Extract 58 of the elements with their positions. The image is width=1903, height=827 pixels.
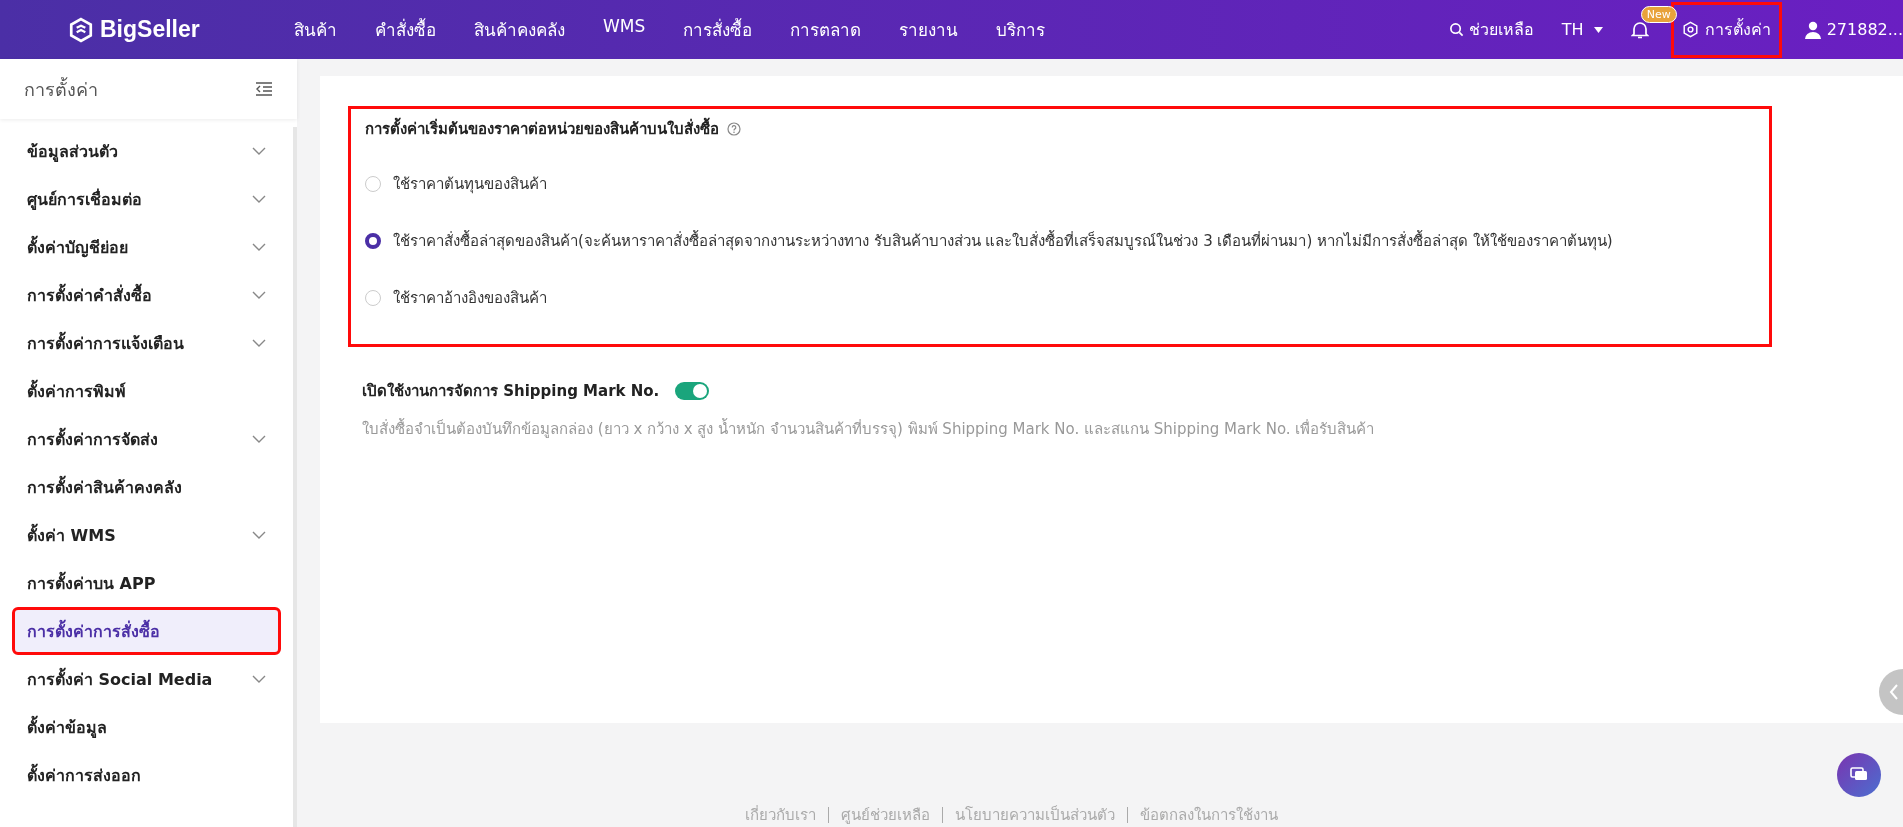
chevron-down-icon [252,675,266,683]
chevron-left-icon [1889,684,1899,700]
toggle-switch[interactable] [675,382,710,400]
sidebar-item[interactable]: การตั้งค่า Social Media [12,655,281,703]
sidebar-item[interactable]: การตั้งค่าบน APP [12,559,281,607]
radio-option[interactable]: ใช้ราคาสั่งซื้อล่าสุดของสินค้า(จะค้นหาราคาสั่งซื้อล่าสุดจากงานระหว่างทาง รับสินค้าบางส่วน และใบสั่งซื้อที่เสร็จสมบูรณ์ในช่วง 3 เดือนที่ผ่านมา) หากไม่มีการสั่งซื้อล่าสุด ให้ใช้ของราคาต้นทุน) [365,212,1755,269]
logo-text: BigSeller [100,16,200,43]
chat-icon [1850,767,1868,783]
nav-link[interactable]: การสั่งซื้อ [683,16,753,43]
sidebar-item[interactable]: ตั้งค่าข้อมูล [12,703,281,751]
sidebar-item[interactable]: ตั้งค่าบัญชีย่อย [12,223,281,271]
bell-icon[interactable] [1630,19,1649,40]
radio-button[interactable] [365,232,381,249]
user-icon [1803,20,1822,39]
help-link[interactable]: ช่วยเหลือ [1448,17,1534,42]
chevron-down-icon [252,435,266,443]
setting-title: เปิดใช้งานการจัดการ Shipping Mark No. [362,381,660,402]
sidebar-title: การตั้งค่า [24,76,98,102]
sidebar-item[interactable]: ตั้งค่าการส่งออก [12,751,281,799]
chevron-down-icon [252,531,266,539]
logo-icon [68,16,94,43]
sidebar-item[interactable]: การตั้งค่าคำสั่งซื้อ [12,271,281,319]
nav-link[interactable]: รายงาน [899,16,959,43]
nav-link[interactable]: คำสั่งซื้อ [375,16,436,43]
account-label: 271882... [1826,20,1903,39]
sidebar-item[interactable]: การตั้งค่าการสั่งซื้อ [12,607,281,655]
help-label: ช่วยเหลือ [1468,19,1534,41]
language-select[interactable]: TH [1555,19,1609,40]
help-icon[interactable] [727,122,741,136]
chevron-down-icon [252,147,266,155]
chat-button[interactable] [1837,753,1881,797]
sidebar-item[interactable]: ตั้งค่า WMS [12,511,281,559]
account-link[interactable]: 271882... [1803,20,1903,39]
sidebar-item[interactable]: ตั้งค่าการพิมพ์ [12,367,281,415]
settings-icon [1681,21,1699,38]
notification-badge: New [1640,5,1677,23]
chevron-down-icon [252,291,266,299]
nav-link[interactable]: สินค้า [294,16,337,43]
caret-icon [1593,26,1603,33]
nav-link[interactable]: WMS [603,16,646,43]
chevron-down-icon [252,195,266,203]
chevron-down-icon [252,339,266,347]
sidebar-item[interactable]: การตั้งค่าการจัดส่ง [12,415,281,463]
collapse-menu-icon[interactable] [255,82,273,96]
nav-link[interactable]: สินค้าคงคลัง [474,16,565,43]
chevron-down-icon [252,243,266,251]
search-icon [1448,22,1464,37]
radio-option[interactable]: ใช้ราคาอ้างอิงของสินค้า [365,269,1755,326]
section-title: การตั้งค่าเริ่มต้นของราคาต่อหน่วยของสินค้าบนใบสั่งซื้อ [365,117,719,141]
nav-link[interactable]: การตลาด [790,16,862,43]
setting-description: ใบสั่งซื้อจำเป็นต้องบันทึกข้อมูลกล่อง (ยาว x กว้าง x สูง น้ำหนัก จำนวนสินค้าที่บรรจุ) พิมพ์ Shipping Mark No. และสแกน Shipping Mark No. เพื่อรับสินค้า [362,417,1376,441]
nav-link[interactable]: บริการ [996,16,1046,43]
sidebar-item[interactable]: ศูนย์การเชื่อมต่อ [12,175,281,223]
settings-button[interactable]: การตั้งค่า [1670,1,1782,58]
sidebar-item[interactable]: ข้อมูลส่วนตัว [12,127,281,175]
sidebar-item[interactable]: การตั้งค่าการแจ้งเตือน [12,319,281,367]
radio-option[interactable]: ใช้ราคาต้นทุนของสินค้า [365,155,1755,212]
sidebar-item[interactable]: การตั้งค่าสินค้าคงคลัง [12,463,281,511]
